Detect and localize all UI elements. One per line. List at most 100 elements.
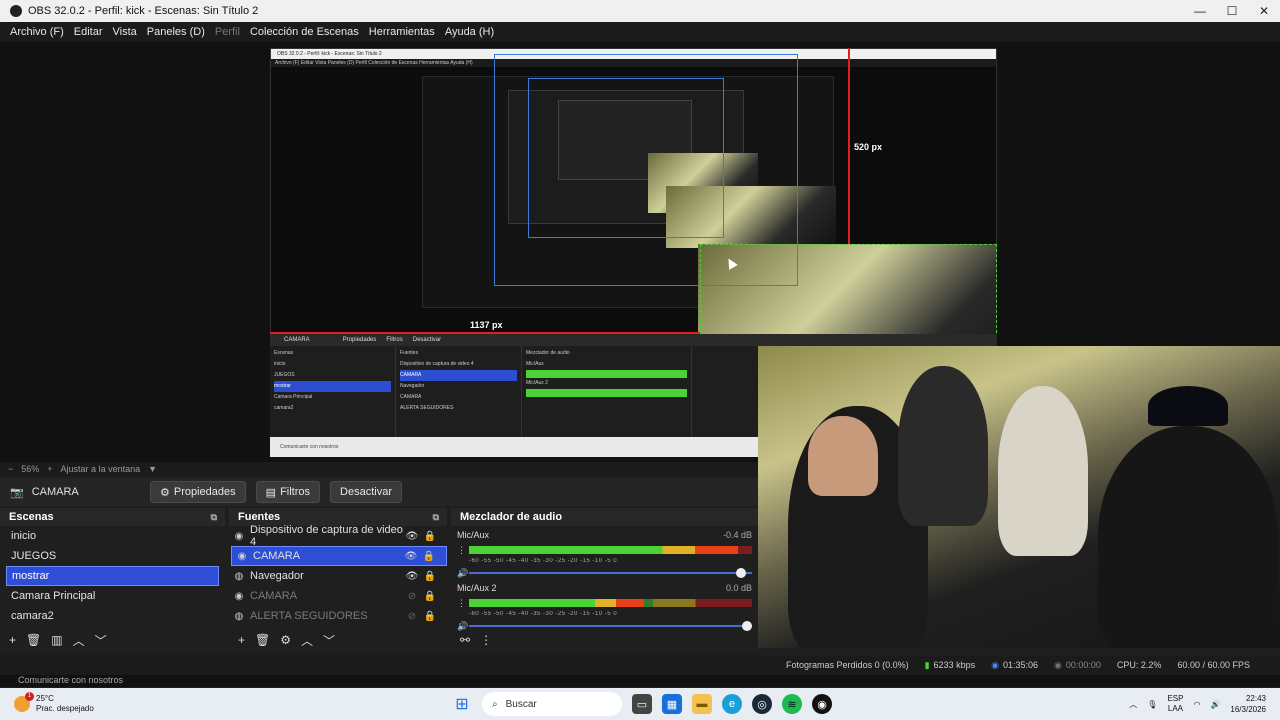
chevron-up-icon[interactable]: ︿	[1129, 699, 1137, 710]
filter-icon: ▤	[265, 486, 277, 499]
docks: Escenas ⧉ inicio JUEGOS mostrar Camara P…	[0, 508, 758, 652]
scene-item[interactable]: camara2	[0, 606, 225, 626]
clock-time: 22:43	[1245, 694, 1266, 703]
microphone-icon[interactable]: 🎙	[1147, 700, 1157, 709]
menu-docks[interactable]: Paneles (D)	[143, 26, 211, 38]
menu-profile: Perfil	[214, 26, 240, 38]
sources-dock: Fuentes ⧉ ◉ Dispositivo de captura de vi…	[229, 508, 447, 652]
scene-item[interactable]: JUEGOS	[0, 546, 225, 566]
lock-icon[interactable]: 🔒	[421, 611, 439, 622]
nested-source-bar: CAMARA Propiedades Filtros Desactivar	[270, 334, 997, 346]
task-view-icon[interactable]: ▭	[632, 694, 652, 714]
filters-button[interactable]: ▤ Filtros	[255, 481, 321, 503]
lock-icon[interactable]: 🔒	[421, 591, 439, 602]
move-down-icon[interactable]: ﹀	[323, 632, 335, 649]
scene-item-selected[interactable]: mostrar	[6, 566, 219, 586]
zoom-bar: − 56% + Ajustar a la ventana ▼	[0, 462, 758, 476]
add-icon[interactable]: +	[238, 633, 245, 647]
record-time-value: 00:00:00	[1065, 660, 1101, 670]
taskbar: 1 25°C Prac. despejado ⊞ ⌕ Buscar ▭ ▦ ▬ …	[0, 688, 1280, 720]
steam-icon[interactable]: ◎	[752, 694, 772, 714]
more-icon[interactable]: ⋮	[457, 545, 469, 556]
menu-scene-collection[interactable]: Colección de Escenas	[246, 26, 365, 38]
scenes-footer: + 🗑 ▥ ︿ ﹀	[0, 628, 225, 652]
volume-meter: ⋮	[457, 542, 752, 558]
deactivate-button[interactable]: Desactivar	[330, 481, 402, 503]
speaker-icon[interactable]: 🔊	[457, 568, 469, 579]
source-item[interactable]: ◍ ALERTA SEGUIDORES ⊘ 🔒	[229, 606, 447, 626]
add-icon[interactable]: +	[9, 633, 16, 647]
minimize-icon[interactable]: —	[1184, 4, 1216, 18]
zoom-dropdown-icon[interactable]: ▼	[148, 464, 157, 474]
undock-icon[interactable]: ⧉	[211, 512, 217, 523]
globe-icon: ◍	[234, 570, 244, 582]
eye-icon[interactable]: 👁	[403, 571, 421, 582]
folder-icon[interactable]: ▬	[692, 694, 712, 714]
move-up-icon[interactable]: ︿	[73, 632, 85, 649]
lock-icon[interactable]: 🔒	[420, 551, 438, 562]
dropped-frames: Fotogramas Perdidos 0 (0.0%)	[786, 660, 909, 670]
volume-slider[interactable]: 🔊	[457, 567, 752, 579]
more-icon[interactable]: ⋮	[480, 633, 492, 647]
link-icon[interactable]: ⚯	[460, 633, 470, 647]
source-item[interactable]: ◉ Dispositivo de captura de video 4 👁 🔒	[229, 524, 447, 548]
channel-name: Mic/Aux 2	[457, 583, 497, 593]
source-toolbar: 📷 CAMARA ⚙ Propiedades ▤ Filtros Desacti…	[0, 478, 758, 506]
gear-icon[interactable]: ⚙	[280, 633, 291, 647]
close-icon[interactable]: ✕	[1248, 4, 1280, 18]
eye-icon[interactable]: 👁	[403, 531, 421, 542]
maximize-icon[interactable]: ☐	[1216, 4, 1248, 18]
mixer-channel: Mic/Aux -0.4 dB ⋮ -60 -55 -50 -45 -40 -3…	[451, 526, 758, 579]
scene-item[interactable]: Camara Principal	[0, 586, 225, 606]
meter-scale: -60 -55 -50 -45 -40 -35 -30 -25 -20 -15 …	[469, 558, 618, 564]
move-down-icon[interactable]: ﹀	[95, 632, 107, 649]
source-item-selected[interactable]: ◉ CAMARA 👁 🔒	[231, 546, 447, 566]
eye-icon[interactable]: 👁	[402, 551, 420, 562]
sources-title: Fuentes	[238, 511, 281, 523]
trash-icon[interactable]: 🗑	[255, 633, 270, 647]
taskbar-search[interactable]: ⌕ Buscar	[482, 692, 622, 716]
weather-icon: 1	[14, 692, 34, 712]
language-indicator[interactable]: ESP LAA	[1167, 694, 1183, 714]
source-name: Dispositivo de captura de video 4	[250, 524, 403, 548]
trash-icon[interactable]: 🗑	[26, 633, 41, 647]
scene-item[interactable]: inicio	[0, 526, 225, 546]
status-bar: Fotogramas Perdidos 0 (0.0%) ▮ 6233 kbps…	[0, 655, 1280, 675]
zoom-out-button[interactable]: −	[8, 464, 13, 474]
eye-hidden-icon[interactable]: ⊘	[403, 591, 421, 602]
contact-link[interactable]: Comunicarte con nosotros	[18, 675, 123, 685]
lock-icon[interactable]: 🔒	[421, 571, 439, 582]
store-icon[interactable]: ▦	[662, 694, 682, 714]
more-icon[interactable]: ⋮	[457, 598, 469, 609]
windows-start-icon[interactable]: ⊞	[452, 694, 472, 714]
edge-icon[interactable]: e	[722, 694, 742, 714]
eye-hidden-icon[interactable]: ⊘	[403, 611, 421, 622]
obs-icon[interactable]: ◉	[812, 694, 832, 714]
volume-icon[interactable]: 🔊	[1210, 700, 1220, 709]
lock-icon[interactable]: 🔒	[421, 531, 439, 542]
menu-edit[interactable]: Editar	[70, 26, 109, 38]
zoom-fit-label[interactable]: Ajustar a la ventana	[61, 464, 141, 474]
menu-file[interactable]: Archivo (F)	[6, 26, 70, 38]
zoom-in-button[interactable]: +	[47, 464, 52, 474]
spotify-icon[interactable]: ≋	[782, 694, 802, 714]
source-item[interactable]: ◍ Navegador 👁 🔒	[229, 566, 447, 586]
move-up-icon[interactable]: ︿	[301, 632, 313, 649]
menu-view[interactable]: Vista	[109, 26, 143, 38]
wifi-icon[interactable]: ◠	[1193, 700, 1200, 709]
bitrate-value: 6233 kbps	[933, 660, 976, 670]
undock-icon[interactable]: ⧉	[433, 512, 439, 523]
weather-desc: Prac. despejado	[36, 704, 94, 713]
notification-badge: 1	[25, 692, 34, 701]
properties-button[interactable]: ⚙ Propiedades	[150, 481, 246, 503]
slider-knob[interactable]	[736, 568, 747, 578]
zoom-value: 56%	[21, 464, 40, 474]
source-item[interactable]: ◉ CAMARA ⊘ 🔒	[229, 586, 447, 606]
weather-widget[interactable]: 1 25°C Prac. despejado	[0, 692, 200, 714]
title-bar: OBS 32.0.2 - Perfil: kick - Escenas: Sin…	[0, 0, 1280, 22]
menu-help[interactable]: Ayuda (H)	[441, 26, 500, 38]
filter-icon[interactable]: ▥	[51, 633, 62, 647]
fps: 60.00 / 60.00 FPS	[1177, 660, 1250, 670]
menu-tools[interactable]: Herramientas	[365, 26, 441, 38]
clock[interactable]: 22:43 16/3/2026	[1230, 693, 1266, 715]
